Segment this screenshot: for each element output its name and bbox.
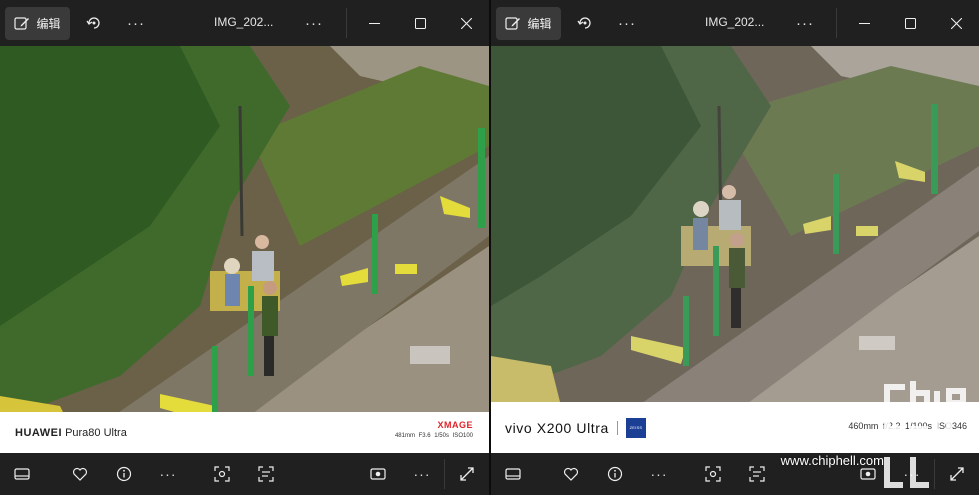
favorite-button[interactable] <box>549 453 593 495</box>
edit-image-icon <box>505 17 521 30</box>
more-options-button[interactable]: ··· <box>611 7 643 39</box>
rotate-button[interactable] <box>78 7 110 39</box>
close-button[interactable] <box>933 0 979 46</box>
bottom-more-button[interactable]: ··· <box>146 453 190 495</box>
minimize-button[interactable] <box>351 0 397 46</box>
edit-image-icon <box>14 17 30 30</box>
favorite-button[interactable] <box>58 453 102 495</box>
slideshow-button[interactable] <box>356 453 400 495</box>
heart-icon <box>563 467 579 481</box>
title-more-button[interactable]: ··· <box>298 7 330 39</box>
visual-search-button[interactable] <box>200 453 244 495</box>
separator <box>616 420 618 435</box>
camera-brand: vivo X200 Ultra <box>505 419 609 436</box>
window-controls <box>346 0 489 46</box>
camera-brand: HUAWEI Pura80 Ultra <box>15 426 127 439</box>
bottom-toolbar-left: ··· ··· <box>0 453 489 495</box>
expand-icon <box>460 467 474 481</box>
bottom-more-button-2[interactable]: ··· <box>400 453 444 495</box>
filmstrip-button[interactable] <box>491 453 535 495</box>
park-photo <box>0 46 489 453</box>
title-more-button[interactable]: ··· <box>789 7 821 39</box>
huawei-watermark: HUAWEI Pura80 Ultra XMAGE 481mm F3.6 1/5… <box>0 412 489 453</box>
file-title: IMG_202... <box>214 15 274 29</box>
info-icon <box>607 466 623 482</box>
close-icon <box>950 17 962 29</box>
scan-icon <box>214 466 230 482</box>
filmstrip-icon <box>14 468 30 480</box>
rotate-icon <box>577 17 591 29</box>
filmstrip-button[interactable] <box>0 453 44 495</box>
edit-label: 编辑 <box>36 16 61 31</box>
info-button[interactable] <box>102 453 146 495</box>
photos-compare-screen: 编辑 ··· IMG_202... ··· HUAWEI Pura80 Ultr… <box>0 0 979 495</box>
titlebar-left: 编辑 ··· IMG_202... ··· <box>0 0 489 46</box>
rotate-button[interactable] <box>569 7 601 39</box>
visual-search-button[interactable] <box>691 453 735 495</box>
scan-icon <box>705 466 721 482</box>
info-button[interactable] <box>593 453 637 495</box>
shot-info: XMAGE 481mm F3.6 1/50s ISO100 <box>395 420 473 439</box>
separator <box>836 8 837 38</box>
maximize-button[interactable] <box>887 0 933 46</box>
text-scan-icon <box>749 466 765 482</box>
maximize-icon <box>904 17 916 29</box>
filmstrip-icon <box>505 468 521 480</box>
file-title: IMG_202... <box>705 15 765 29</box>
text-scan-button[interactable] <box>735 453 779 495</box>
close-button[interactable] <box>443 0 489 46</box>
minimize-button[interactable] <box>841 0 887 46</box>
window-controls <box>836 0 979 46</box>
bottom-more-button[interactable]: ··· <box>637 453 681 495</box>
site-watermark: www.chiphell.com <box>780 453 884 468</box>
minimize-icon <box>368 22 380 24</box>
rotate-icon <box>86 17 100 29</box>
maximize-icon <box>414 17 426 29</box>
minimize-icon <box>858 22 870 24</box>
photos-window-left: 编辑 ··· IMG_202... ··· HUAWEI Pura80 Ultr… <box>0 0 489 495</box>
chiphell-logo <box>884 381 966 488</box>
xmage-logo: XMAGE <box>437 420 473 430</box>
zeiss-logo: ZEISS <box>625 417 646 438</box>
edit-button[interactable]: 编辑 <box>496 6 561 40</box>
text-scan-icon <box>258 466 274 482</box>
slideshow-icon <box>370 468 386 480</box>
text-scan-button[interactable] <box>244 453 288 495</box>
info-icon <box>116 466 132 482</box>
maximize-button[interactable] <box>397 0 443 46</box>
slideshow-icon <box>860 468 876 480</box>
heart-icon <box>72 467 88 481</box>
close-icon <box>460 17 472 29</box>
edit-label: 编辑 <box>527 16 552 31</box>
separator <box>346 8 347 38</box>
titlebar-right: 编辑 ··· IMG_202... ··· <box>491 0 979 46</box>
bottom-right-group: ··· <box>356 453 489 495</box>
exif-params: 481mm F3.6 1/50s ISO100 <box>394 433 473 439</box>
more-options-button[interactable]: ··· <box>120 7 152 39</box>
fullscreen-button[interactable] <box>445 453 489 495</box>
photo-viewport[interactable]: HUAWEI Pura80 Ultra XMAGE 481mm F3.6 1/5… <box>0 46 489 453</box>
edit-button[interactable]: 编辑 <box>5 6 70 40</box>
